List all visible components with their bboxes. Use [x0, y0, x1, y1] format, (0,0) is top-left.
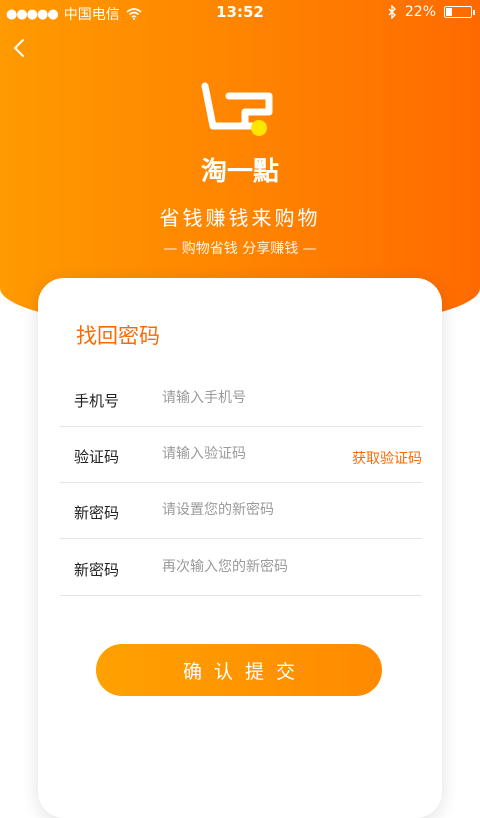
get-code-button[interactable]: 获取验证码: [352, 448, 422, 468]
battery-icon: [444, 6, 475, 18]
back-button[interactable]: [12, 38, 36, 62]
status-right: 22%: [387, 4, 475, 20]
confirm-password-label: 新密码: [74, 561, 120, 579]
confirm-password-row: 新密码: [60, 539, 422, 596]
phone-row: 手机号: [60, 370, 422, 427]
verification-code-row: 验证码 获取验证码: [60, 426, 422, 483]
page-title: 找回密码: [76, 324, 160, 348]
phone-input[interactable]: [162, 384, 332, 412]
new-password-label: 新密码: [74, 504, 120, 522]
new-password-row: 新密码: [60, 482, 422, 539]
battery-level: [446, 8, 452, 16]
phone-label: 手机号: [74, 392, 120, 410]
slogan: 省钱赚钱来购物: [159, 206, 321, 230]
submit-button[interactable]: 确认提交: [96, 644, 382, 696]
confirm-password-input[interactable]: [162, 553, 332, 581]
tagline: — 购物省钱 分享赚钱 —: [163, 241, 317, 257]
bluetooth-icon: [388, 5, 396, 19]
battery-tip: [473, 10, 475, 15]
chevron-left-icon: [13, 39, 24, 57]
verification-code-input[interactable]: [162, 440, 332, 468]
new-password-input[interactable]: [162, 496, 332, 524]
status-bar: ●●●●● 中国电信 13:52 22%: [0, 0, 480, 26]
battery-percent: 22%: [404, 4, 436, 20]
app-logo: 淘一點: [201, 82, 279, 187]
reset-password-card: 找回密码 手机号 验证码 获取验证码 新密码 新密码 确认提交: [38, 278, 442, 818]
logo-text: 淘一點: [201, 157, 279, 187]
verification-code-label: 验证码: [74, 448, 120, 466]
